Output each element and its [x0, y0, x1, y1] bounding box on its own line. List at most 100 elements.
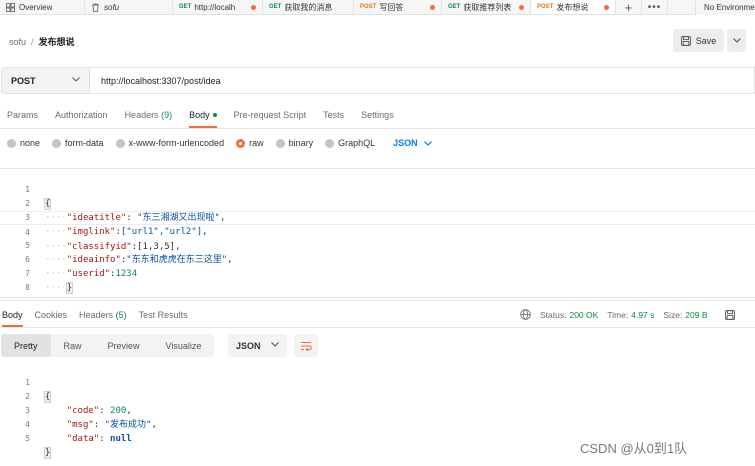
radio-form-data[interactable]: form-data: [52, 138, 104, 148]
tab-pre-request-script[interactable]: Pre-request Script: [234, 110, 307, 128]
tab-label: sofu: [104, 2, 120, 12]
response-lang-select[interactable]: JSON: [228, 334, 287, 357]
save-button[interactable]: Save: [673, 29, 724, 52]
radio-raw[interactable]: raw: [236, 138, 264, 148]
code-line: 7 ····}: [0, 253, 755, 294]
response-code-line: 5 }: [0, 418, 755, 459]
tab-request-post-idea[interactable]: POST 发布想说: [531, 0, 616, 14]
tab-headers[interactable]: Headers (9): [125, 110, 173, 128]
method-badge: GET: [269, 4, 282, 10]
format-visualize[interactable]: Visualize: [153, 334, 215, 357]
tab-tests[interactable]: Tests: [323, 110, 344, 128]
tab-request-localhost[interactable]: GET http://localh: [173, 0, 263, 14]
size-value: 209 B: [685, 309, 708, 320]
new-tab-button[interactable]: +: [616, 0, 642, 15]
request-body-editor[interactable]: 1 { 2 ····"ideatitle": "东三湘湖又出现啦", 3 ···…: [0, 168, 755, 298]
watermark: CSDN @从0到1队: [580, 441, 688, 456]
chevron-down-icon: [271, 342, 279, 347]
response-code-line: 4 "data": null: [0, 404, 755, 444]
code-line-current: 4 ····"classifyid":[1,3,5],: [0, 211, 755, 252]
url-input[interactable]: http://localhost:3307/post/idea: [90, 67, 755, 94]
tab-params[interactable]: Params: [7, 110, 38, 128]
tab-body[interactable]: Body: [189, 110, 217, 128]
tab-label: http://localh: [194, 2, 236, 12]
radio-graphql[interactable]: GraphQL: [325, 138, 375, 148]
json-brace: }: [65, 282, 74, 294]
divider: [0, 128, 755, 129]
tab-label: Body: [189, 110, 210, 120]
response-format-group: Pretty Raw Preview Visualize: [1, 334, 215, 357]
more-tabs-button[interactable]: •••: [642, 0, 668, 14]
tab-test-results[interactable]: Test Results: [139, 310, 188, 327]
tab-label: Body: [2, 310, 23, 320]
json-brace: }: [43, 447, 52, 459]
response-code-line: 1 {: [0, 362, 755, 403]
code-text: ····}: [45, 281, 74, 295]
tab-request-messages[interactable]: GET 获取我的消息: [263, 0, 354, 14]
radio-urlencoded[interactable]: x-www-form-urlencoded: [115, 138, 224, 148]
tab-response-cookies[interactable]: Cookies: [35, 310, 68, 327]
body-format-select[interactable]: JSON: [393, 138, 432, 148]
radio-circle-selected: [236, 138, 246, 148]
line-number: 8: [25, 283, 30, 292]
tab-sofu[interactable]: sofu: [85, 0, 173, 14]
tab-overview[interactable]: Overview: [0, 0, 85, 14]
body-indicator-dot: [212, 112, 217, 117]
size-label: Size:: [663, 309, 683, 320]
code-line: 3 ····"imglink":["url1","url2"],: [0, 197, 755, 237]
tab-label: Overview: [19, 2, 53, 12]
plus-icon: +: [624, 0, 633, 15]
tab-authorization[interactable]: Authorization: [55, 110, 108, 128]
divider: [0, 327, 755, 328]
tab-label: Cookies: [34, 310, 68, 320]
wrap-lines-button[interactable]: [294, 334, 318, 357]
json-value: null: [110, 434, 132, 444]
trash-icon: [91, 3, 100, 12]
code-line: 5 ····"ideainfo":"东东和虎虎在东三这里",: [0, 225, 755, 265]
method-value: POST: [11, 75, 36, 86]
radio-circle: [275, 138, 285, 148]
tab-request-recommend[interactable]: GET 获取推荐列表: [442, 0, 531, 14]
format-pretty[interactable]: Pretty: [1, 334, 51, 357]
tab-label: Headers: [124, 110, 159, 120]
save-options-button[interactable]: [727, 29, 746, 52]
response-meta: Status: 200 OK Time: 4.97 s Size: 209 B: [520, 309, 735, 320]
code-line: 1 {: [0, 169, 755, 210]
unsaved-dot: [604, 4, 609, 10]
tab-response-headers[interactable]: Headers (5): [79, 310, 127, 327]
tab-settings[interactable]: Settings: [361, 110, 394, 128]
tab-label: 获取我的消息: [284, 2, 333, 12]
indent-guide: ····: [45, 283, 67, 293]
radio-none[interactable]: none: [7, 138, 40, 148]
status-label: Status:: [540, 309, 567, 320]
environment-selector[interactable]: No Environment: [695, 0, 755, 15]
time-value: 4.97 s: [631, 309, 655, 320]
tab-request-answer[interactable]: POST 写回答: [354, 0, 442, 14]
request-tabs: Params Authorization Headers (9) Body Pr…: [7, 110, 411, 128]
radio-binary[interactable]: binary: [275, 138, 313, 148]
more-icon: •••: [647, 1, 662, 13]
tab-label: 发布想说: [556, 2, 589, 12]
unsaved-dot: [251, 4, 256, 10]
format-preview[interactable]: Preview: [95, 334, 153, 357]
tab-response-body[interactable]: Body: [2, 310, 23, 327]
method-badge: GET: [179, 4, 192, 10]
status-value: 200 OK: [569, 309, 599, 320]
globe-icon[interactable]: [520, 309, 531, 320]
request-name[interactable]: 发布想说: [39, 35, 75, 48]
save-response-icon[interactable]: [724, 309, 735, 320]
overview-icon: [6, 2, 15, 12]
breadcrumb-workspace[interactable]: sofu: [9, 37, 26, 47]
method-badge: POST: [360, 4, 377, 10]
wrap-icon: [300, 341, 312, 351]
radio-circle: [52, 138, 62, 148]
method-select[interactable]: POST: [1, 67, 90, 94]
radio-circle: [325, 138, 335, 148]
radio-label: none: [20, 138, 41, 148]
time-label: Time:: [607, 309, 629, 320]
tab-label: Pre-request Script: [233, 110, 307, 120]
line-number: 5: [25, 434, 30, 443]
tab-label: Params: [7, 110, 39, 120]
format-raw[interactable]: Raw: [51, 334, 95, 357]
breadcrumb-separator: /: [31, 36, 34, 47]
